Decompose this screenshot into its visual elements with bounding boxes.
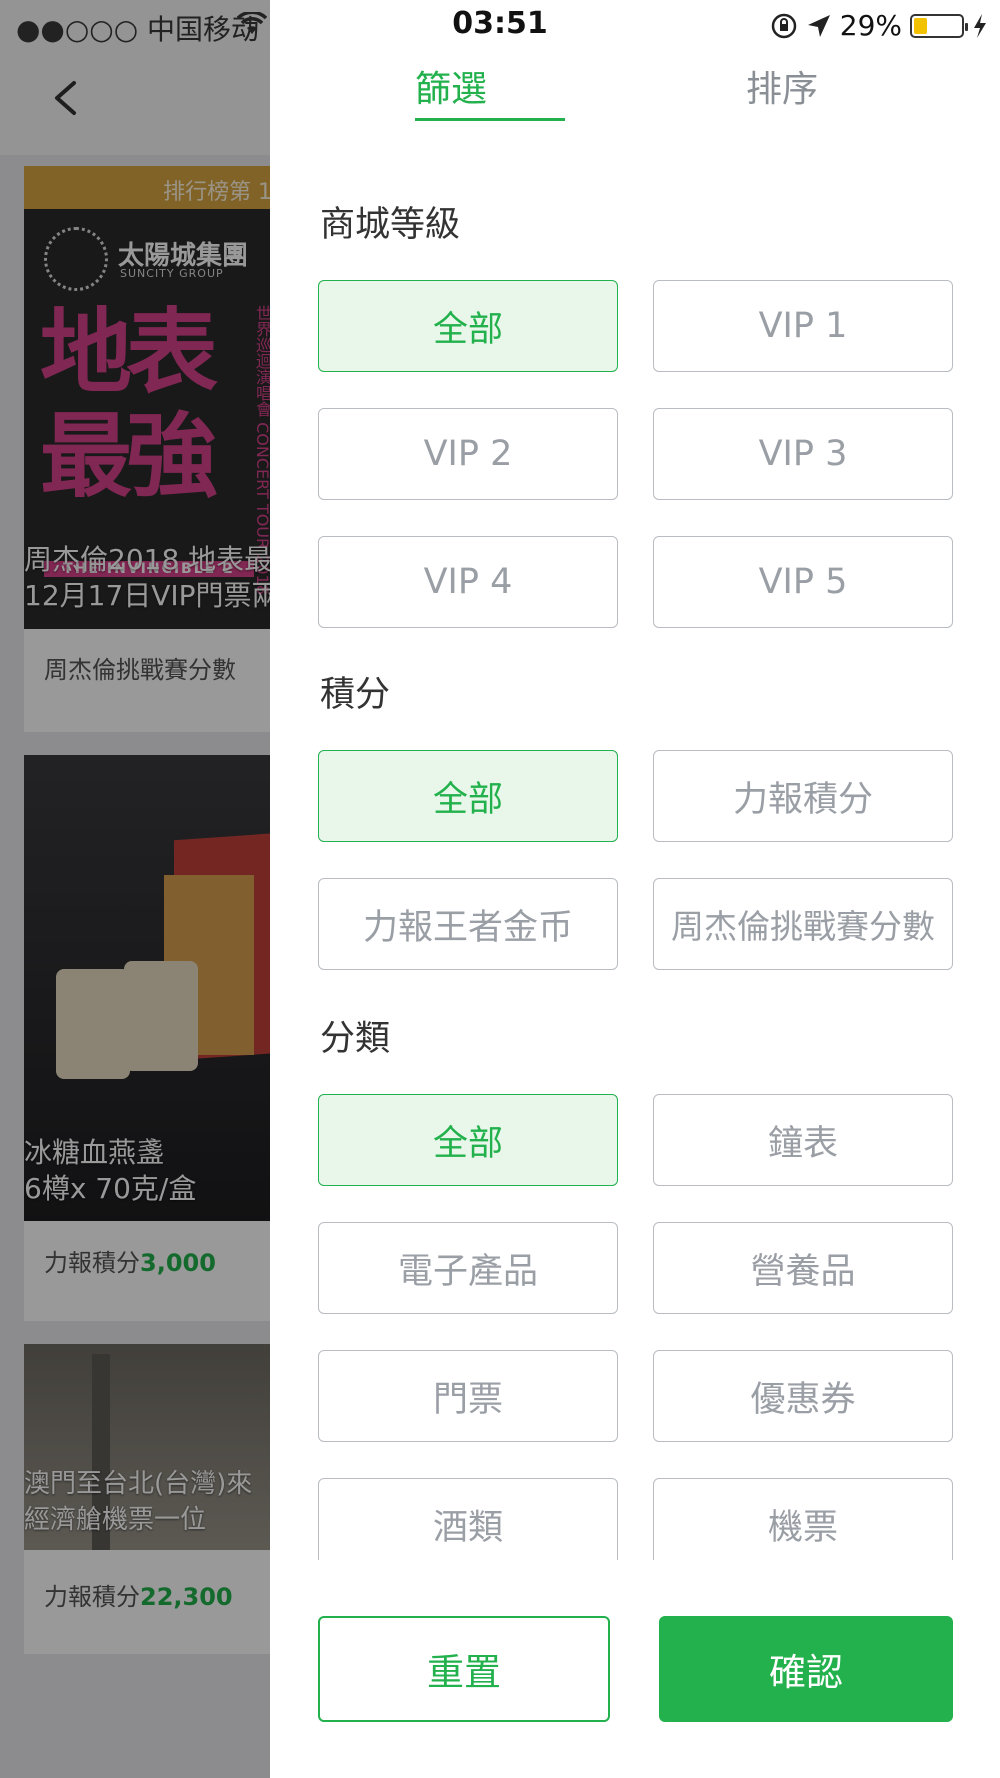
location-arrow-icon — [807, 14, 830, 37]
option-level-all[interactable]: 全部 — [318, 280, 618, 372]
confirm-button[interactable]: 確認 — [659, 1616, 953, 1722]
option-vip-2[interactable]: VIP 2 — [318, 408, 618, 500]
option-category-all[interactable]: 全部 — [318, 1094, 618, 1186]
option-nutrition[interactable]: 營養品 — [653, 1222, 953, 1314]
option-points-all[interactable]: 全部 — [318, 750, 618, 842]
filter-scroll-area[interactable]: 商城等級 全部 VIP 1 VIP 2 VIP 3 VIP 4 VIP 5 積分… — [270, 150, 1000, 1560]
filter-drawer: 篩選 排序 商城等級 全部 VIP 1 VIP 2 VIP 3 VIP 4 VI… — [270, 0, 1000, 1778]
option-vip-5[interactable]: VIP 5 — [653, 536, 953, 628]
orientation-lock-icon — [771, 13, 797, 38]
battery-fill — [914, 17, 928, 34]
option-tickets[interactable]: 門票 — [318, 1350, 618, 1442]
status-right-group: 29% — [770, 9, 988, 42]
section-title-mall-level: 商城等級 — [320, 205, 461, 245]
reset-button[interactable]: 重置 — [318, 1616, 610, 1722]
option-jay-challenge-score[interactable]: 周杰倫挑戰賽分數 — [653, 878, 953, 970]
option-king-coins[interactable]: 力報王者金币 — [318, 878, 618, 970]
option-coupons[interactable]: 優惠券 — [653, 1350, 953, 1442]
option-vip-3[interactable]: VIP 3 — [653, 408, 953, 500]
option-vip-1[interactable]: VIP 1 — [653, 280, 953, 372]
option-electronics[interactable]: 電子產品 — [318, 1222, 618, 1314]
tab-sort[interactable]: 排序 — [746, 60, 818, 112]
tab-filter[interactable]: 篩選 — [415, 60, 487, 112]
option-watches[interactable]: 鐘表 — [653, 1094, 953, 1186]
battery-percent: 29% — [839, 9, 902, 42]
option-vip-4[interactable]: VIP 4 — [318, 536, 618, 628]
option-liquor[interactable]: 酒類 — [318, 1478, 618, 1560]
status-bar: ●●○○○ 中国移动 03:51 29% — [0, 0, 1000, 50]
section-title-category: 分類 — [320, 1019, 391, 1059]
option-lifa-points[interactable]: 力報積分 — [653, 750, 953, 842]
battery-icon — [910, 13, 968, 38]
section-title-points: 積分 — [320, 675, 391, 715]
charging-bolt-icon — [974, 13, 986, 38]
option-air-tickets[interactable]: 機票 — [653, 1478, 953, 1560]
tab-bar: 篩選 排序 — [270, 54, 1000, 121]
active-tab-indicator — [415, 118, 565, 121]
